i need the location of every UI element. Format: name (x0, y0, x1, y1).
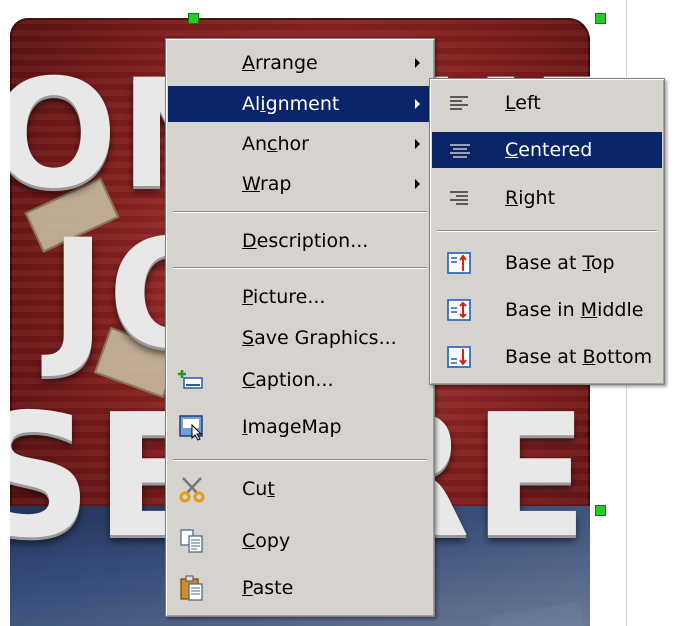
resize-handle-top-middle[interactable] (188, 13, 199, 24)
submenu-item-right[interactable]: Right (432, 180, 662, 216)
context-menu: Arrange Alignment Anchor Wrap Descriptio… (165, 38, 435, 617)
submenu-arrow-icon (415, 179, 420, 189)
menu-item-label: Wrap (242, 172, 292, 195)
submenu-arrow-icon (415, 139, 420, 149)
menu-item-label: Right (505, 186, 556, 209)
menu-item-label: Description... (242, 229, 369, 252)
menu-item-alignment[interactable]: Alignment (168, 86, 432, 122)
menu-item-wrap[interactable]: Wrap (168, 166, 432, 202)
menu-item-anchor[interactable]: Anchor (168, 126, 432, 162)
base-top-icon (447, 252, 471, 274)
menu-item-save-graphics[interactable]: Save Graphics... (168, 320, 432, 356)
menu-separator (437, 230, 657, 232)
menu-item-label: Base in Middle (505, 298, 644, 321)
menu-item-description[interactable]: Description... (168, 223, 432, 259)
menu-separator (173, 211, 427, 213)
copy-icon (180, 529, 203, 553)
menu-item-label: Base at Bottom (505, 345, 653, 368)
alignment-submenu: Left Centered Right Base at Top Base in … (429, 78, 665, 385)
caption-icon (178, 370, 203, 389)
submenu-item-base-at-bottom[interactable]: Base at Bottom (432, 339, 662, 375)
resize-handle-top-right[interactable] (595, 13, 606, 24)
menu-item-label: Picture... (242, 285, 326, 308)
menu-item-label: Left (505, 91, 541, 114)
menu-item-label: ImageMap (242, 415, 342, 438)
submenu-item-base-at-top[interactable]: Base at Top (432, 245, 662, 281)
menu-item-label: Caption... (242, 368, 334, 391)
base-bottom-icon (447, 346, 471, 368)
menu-separator (173, 267, 427, 269)
menu-item-label: Arrange (242, 51, 318, 74)
menu-item-label: Base at Top (505, 251, 615, 274)
submenu-arrow-icon (415, 58, 420, 68)
submenu-item-left[interactable]: Left (432, 85, 662, 121)
menu-item-label: Alignment (242, 92, 340, 115)
align-left-icon (450, 96, 468, 110)
base-middle-icon (447, 299, 471, 321)
align-center-icon (450, 144, 470, 158)
align-right-icon (450, 191, 468, 205)
menu-item-label: Paste (242, 576, 294, 599)
paste-icon (180, 575, 203, 601)
submenu-item-base-in-middle[interactable]: Base in Middle (432, 292, 662, 328)
menu-item-picture[interactable]: Picture... (168, 279, 432, 315)
submenu-item-centered[interactable]: Centered (432, 132, 662, 168)
submenu-arrow-icon (415, 99, 420, 109)
menu-item-label: Anchor (242, 132, 309, 155)
menu-item-arrange[interactable]: Arrange (168, 45, 432, 81)
menu-item-label: Copy (242, 529, 291, 552)
menu-item-label: Save Graphics... (242, 326, 397, 349)
menu-item-caption[interactable]: Caption... (168, 362, 432, 398)
menu-item-paste[interactable]: Paste (168, 570, 432, 606)
menu-item-cut[interactable]: Cut (168, 471, 432, 507)
menu-item-imagemap[interactable]: ImageMap (168, 409, 432, 445)
imagemap-icon (179, 415, 203, 441)
menu-item-copy[interactable]: Copy (168, 523, 432, 559)
menu-separator (173, 459, 427, 461)
scissors-icon (179, 477, 205, 503)
resize-handle-bottom-right[interactable] (595, 505, 606, 516)
menu-item-label: Cut (242, 477, 275, 500)
menu-item-label: Centered (505, 138, 593, 161)
